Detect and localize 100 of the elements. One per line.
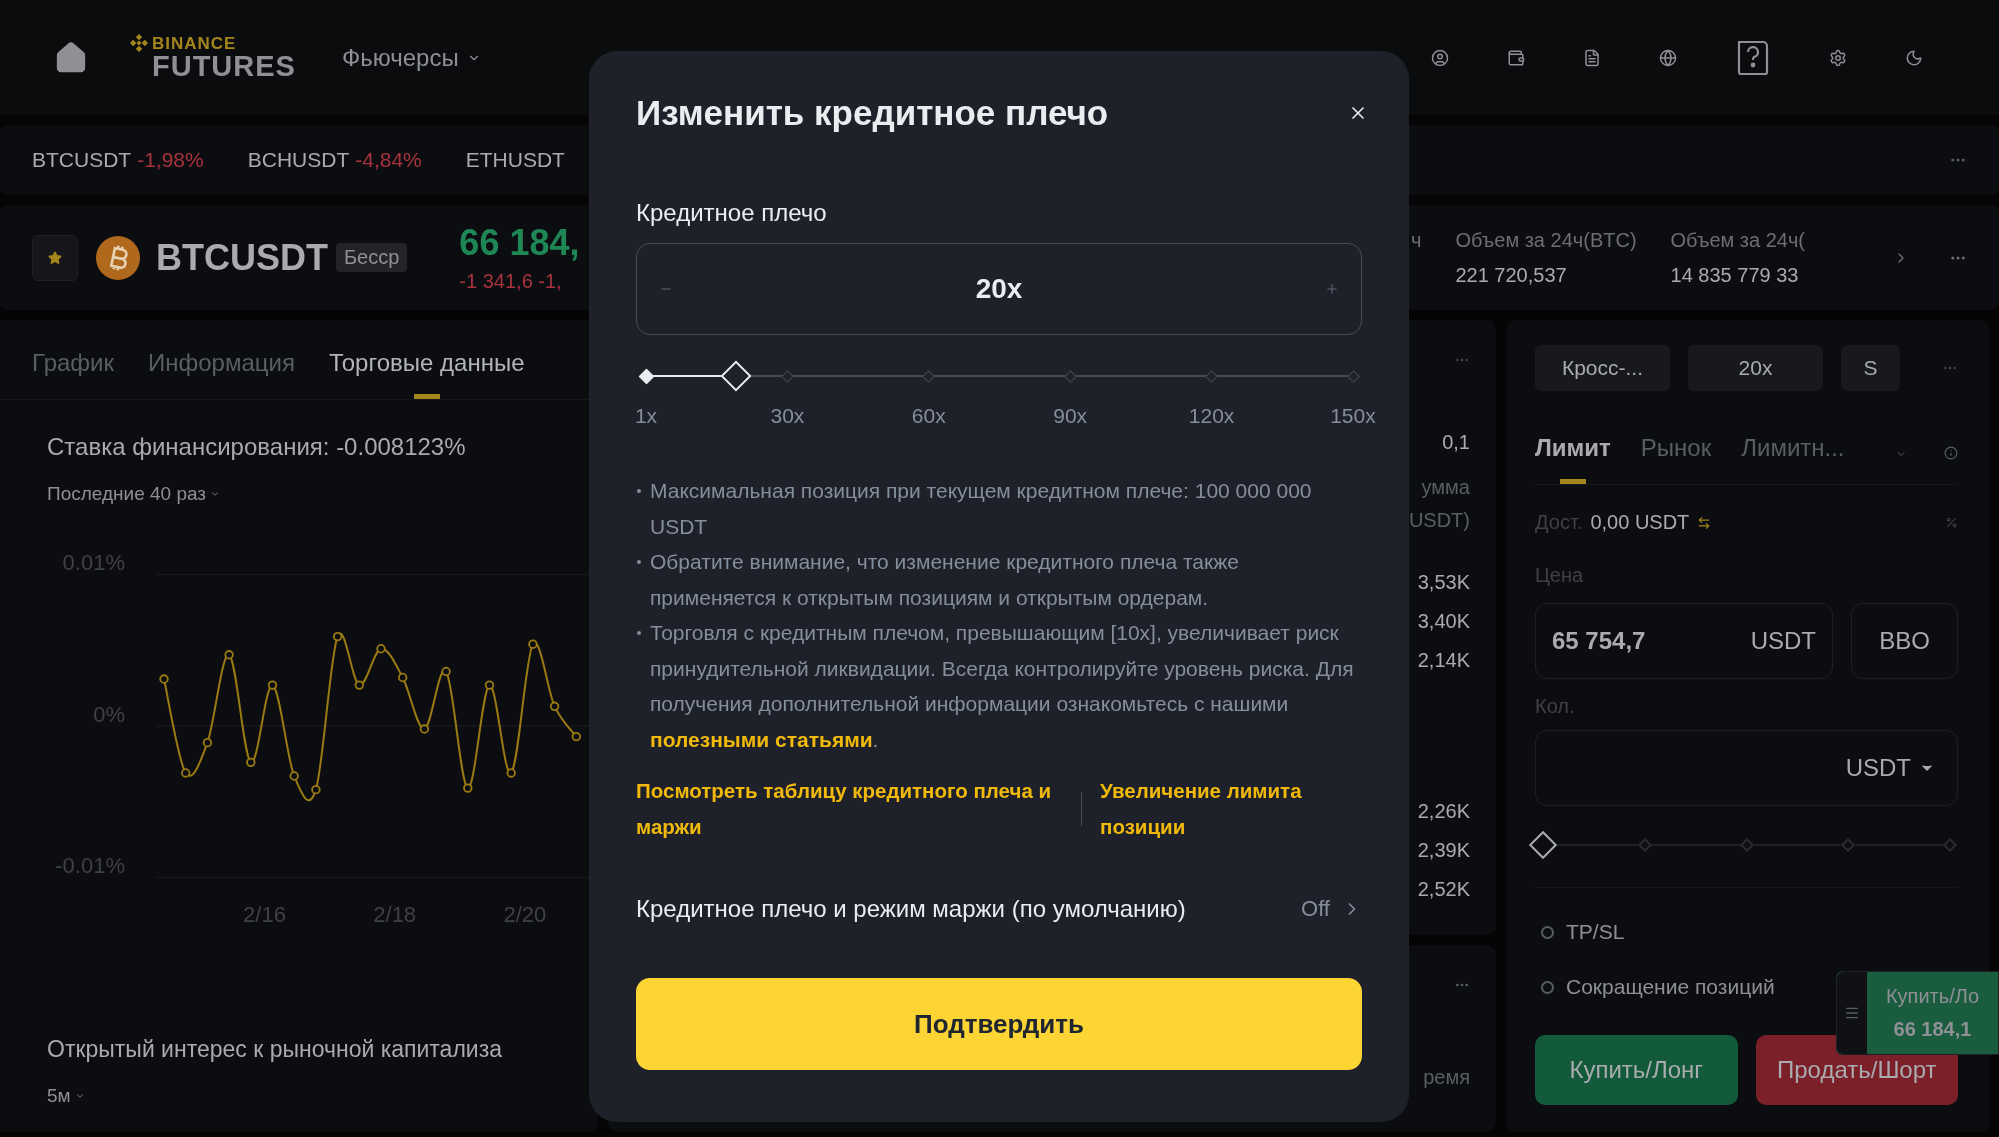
- contract-type[interactable]: Бесср: [336, 243, 408, 272]
- column-header: ремя: [1423, 1066, 1470, 1089]
- document-icon[interactable]: [1583, 48, 1601, 67]
- data-point: [571, 731, 581, 742]
- tab[interactable]: Торговые данные: [328, 349, 525, 399]
- note-text: Обратите внимание, что изменение кредитного плеча также применяется к открытым позициям и открытым ордерам.: [650, 550, 1239, 609]
- default-settings-row[interactable]: Кредитное плечо и режим маржи (по умолчанию) Off: [636, 889, 1362, 929]
- data-point: [398, 672, 408, 683]
- ticker-symbol[interactable]: BCHUSDT: [247, 148, 350, 172]
- settings-icon[interactable]: [1829, 48, 1847, 67]
- slider-mark-label: 30x: [770, 403, 805, 429]
- period-select[interactable]: 5м: [47, 1085, 71, 1107]
- globe-icon[interactable]: [1659, 48, 1677, 67]
- data-point: [354, 680, 364, 690]
- user-icon[interactable]: [1431, 48, 1449, 67]
- funding-rate-title: Ставка финансирования: -0.008123%: [47, 433, 467, 461]
- data-point: [267, 680, 278, 690]
- margin-setting-button[interactable]: S: [1841, 345, 1900, 391]
- data-point: [224, 650, 234, 660]
- data-point: [528, 639, 538, 649]
- stat-label: Объем за 24ч(BTC): [1455, 228, 1637, 252]
- moon-icon[interactable]: [1905, 48, 1923, 67]
- logo-text: FUTURES: [152, 52, 296, 81]
- position-limit-link[interactable]: Увеличение лимита позиции: [1100, 773, 1340, 845]
- data-point: [506, 768, 516, 778]
- nav-item[interactable]: Фьючерсы: [341, 43, 481, 72]
- articles-link[interactable]: полезными статьями: [650, 727, 873, 751]
- ticker-change: -1,98%: [137, 148, 204, 172]
- data-point: [246, 757, 256, 768]
- leverage-table-link[interactable]: Посмотреть таблицу кредитного плеча и маржи: [636, 773, 1081, 845]
- order-book-header: 0,1: [1442, 431, 1470, 454]
- stat-value: 14 835 779 33: [1670, 263, 1800, 287]
- ticker-change: -4,84%: [355, 148, 422, 172]
- price-change: -1 341,6 -1,: [459, 270, 563, 293]
- bullet-icon: [637, 631, 641, 635]
- checkbox[interactable]: [1541, 980, 1554, 994]
- bbo-button[interactable]: BBO: [1851, 603, 1958, 679]
- slider-mark-label: 120x: [1188, 403, 1235, 429]
- quantity-input[interactable]: USDT: [1535, 730, 1958, 806]
- order-book-value: 2,26K: [1417, 800, 1470, 823]
- order-book-value: 2,14K: [1417, 649, 1470, 672]
- logo-text: BINANCE: [152, 34, 237, 52]
- period-select[interactable]: Последние 40 раз: [47, 483, 207, 505]
- stat-label: Объем за 24ч(: [1670, 228, 1805, 252]
- data-point: [332, 631, 343, 642]
- order-type-tab[interactable]: Лимит: [1535, 434, 1611, 484]
- logo-icon: [130, 34, 148, 52]
- checkbox-label: TP/SL: [1566, 920, 1625, 944]
- widget-label: Купить/Ло: [1885, 985, 1979, 1008]
- dialog-title: Изменить кредитное плечо: [636, 93, 1109, 133]
- checkbox-label: Сокращение позиций: [1566, 975, 1775, 999]
- order-book-value: 3,53K: [1417, 571, 1470, 594]
- bitcoin-coin-icon: [96, 235, 140, 280]
- data-point: [159, 674, 169, 684]
- slider-mark-label: 150x: [1330, 403, 1376, 429]
- info-icon[interactable]: [1944, 446, 1958, 460]
- percent-icon[interactable]: [1945, 516, 1958, 529]
- plus-icon: [1325, 282, 1339, 296]
- favorite-button[interactable]: [32, 234, 78, 281]
- data-point: [202, 737, 213, 748]
- home-icon[interactable]: [54, 40, 88, 75]
- data-point: [289, 771, 299, 781]
- stat-label: ч: [1411, 228, 1422, 252]
- data-point: [419, 724, 430, 734]
- data-point: [549, 701, 560, 711]
- ticker-symbol[interactable]: BTCUSDT: [32, 148, 132, 172]
- note-text: Максимальная позиция при текущем кредитном плече: 100 000 000 USDT: [650, 479, 1312, 538]
- transfer-icon[interactable]: [1697, 515, 1712, 530]
- bullet-icon: [637, 560, 641, 564]
- slider-mark-label: 60x: [911, 403, 946, 429]
- margin-setting-button[interactable]: Кросс-...: [1535, 345, 1670, 391]
- available-balance: 0,00 USDT: [1590, 511, 1690, 534]
- checkbox[interactable]: [1541, 925, 1554, 939]
- stat-value: 221 720,537: [1455, 263, 1568, 287]
- field-label: Кредитное плечо: [636, 198, 828, 228]
- order-book-value: 3,40K: [1417, 610, 1470, 633]
- data-point: [484, 680, 495, 690]
- margin-setting-button[interactable]: 20x: [1688, 345, 1823, 391]
- buy-button[interactable]: Купить/Лонг: [1535, 1035, 1738, 1105]
- ticker-symbol[interactable]: ETHUSDT: [465, 148, 565, 172]
- section-title: Открытый интерес к рыночной капитализа: [47, 1036, 503, 1063]
- note-text: Торговля с кредитным плечом, превышающим [10x], увеличивает риск принудительной ликвидации. Всегда контролируйте уровень риска. Для получения дополнительной информации ознакомьтесь с нашими полезными статьями.: [650, 621, 1354, 751]
- star-icon: [48, 250, 62, 265]
- last-price: 66 184,: [459, 222, 580, 264]
- symbol-name: BTCUSDT: [156, 236, 328, 279]
- confirm-button[interactable]: Подтвердить: [636, 978, 1362, 1070]
- slider-mark-label: 90x: [1053, 403, 1088, 429]
- order-book-header: USDT): [1408, 509, 1470, 532]
- leverage-input[interactable]: 20x: [636, 243, 1362, 335]
- data-point: [463, 783, 473, 793]
- slider-mark-label: 1x: [634, 403, 658, 429]
- data-point: [441, 666, 451, 677]
- caret-icon: [210, 489, 221, 499]
- drag-handle-icon[interactable]: [1844, 1005, 1860, 1021]
- order-book-header: умма: [1421, 476, 1470, 499]
- data-point: [311, 784, 321, 795]
- data-point: [376, 644, 386, 654]
- wallet-icon[interactable]: [1507, 48, 1525, 67]
- help-icon[interactable]: [1735, 38, 1771, 77]
- price-input[interactable]: 65 754,7 USDT: [1535, 603, 1833, 679]
